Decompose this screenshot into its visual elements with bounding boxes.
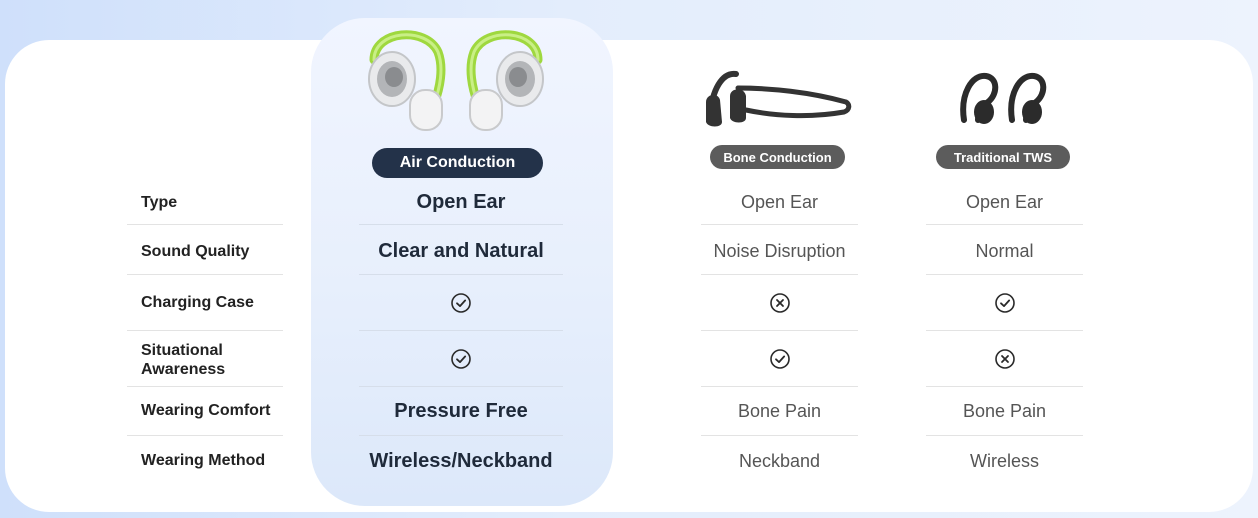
bone-conduction-badge: Bone Conduction — [710, 145, 845, 169]
row-divider — [926, 274, 1083, 275]
row-divider — [127, 274, 283, 275]
row-divider — [926, 330, 1083, 331]
tws-wearing-method-value: Wireless — [969, 450, 1039, 471]
air-conduction-badge: Air Conduction — [372, 148, 543, 178]
air-situational-awareness-cell — [359, 348, 563, 370]
row-label-type: Type — [141, 193, 178, 211]
check-icon — [994, 293, 1015, 313]
cross-icon — [769, 293, 790, 313]
check-icon — [451, 349, 471, 369]
comparison-page: Air Conduction Bone Conduction Tradition… — [0, 0, 1258, 518]
row-divider — [359, 274, 563, 275]
row-divider — [127, 330, 283, 331]
bone-wearing-comfort-value: Bone Pain — [737, 400, 822, 421]
row-divider — [127, 224, 283, 225]
bone-sound-quality-value: Noise Disruption — [713, 240, 846, 261]
comparison-card — [5, 40, 1253, 512]
row-divider — [926, 224, 1083, 225]
row-divider — [926, 386, 1083, 387]
bone-type-value: Open Ear — [740, 191, 819, 212]
row-label-wearing-comfort: Wearing Comfort — [141, 401, 271, 419]
tws-wearing-comfort-value: Bone Pain — [962, 400, 1047, 421]
tws-type-value: Open Ear — [965, 191, 1044, 212]
row-label-wearing-method: Wearing Method — [141, 451, 266, 469]
row-divider — [127, 386, 283, 387]
air-charging-case-cell — [359, 292, 563, 314]
row-divider — [359, 386, 563, 387]
air-conduction-earbuds-image — [368, 30, 544, 131]
row-divider — [701, 435, 858, 436]
row-label-situational-awareness: Situational Awareness — [141, 342, 226, 378]
check-icon — [451, 293, 471, 313]
row-divider — [701, 330, 858, 331]
row-label-sound-quality: Sound Quality — [141, 242, 250, 260]
row-divider — [359, 435, 563, 436]
air-wearing-method-value: Wireless/Neckband — [369, 449, 553, 472]
row-divider — [926, 435, 1083, 436]
row-divider — [359, 330, 563, 331]
row-divider — [359, 224, 563, 225]
tws-charging-case-cell — [926, 292, 1083, 314]
row-divider — [701, 274, 858, 275]
air-sound-quality-value: Clear and Natural — [378, 239, 544, 262]
row-label-charging-case: Charging Case — [141, 293, 254, 311]
row-divider — [701, 386, 858, 387]
row-divider — [701, 224, 858, 225]
tws-situational-awareness-cell — [926, 348, 1083, 370]
bone-conduction-headphones-image — [706, 70, 852, 127]
row-divider — [127, 435, 283, 436]
air-wearing-comfort-value: Pressure Free — [394, 399, 528, 422]
bone-charging-case-cell — [701, 292, 858, 314]
tws-sound-quality-value: Normal — [975, 240, 1034, 261]
bone-wearing-method-value: Neckband — [738, 450, 821, 471]
air-type-value: Open Ear — [416, 190, 506, 213]
bone-situational-awareness-cell — [701, 348, 858, 370]
traditional-tws-badge: Traditional TWS — [936, 145, 1070, 169]
tws-earbuds-image — [960, 72, 1047, 124]
check-icon — [769, 349, 790, 369]
cross-icon — [994, 349, 1015, 369]
